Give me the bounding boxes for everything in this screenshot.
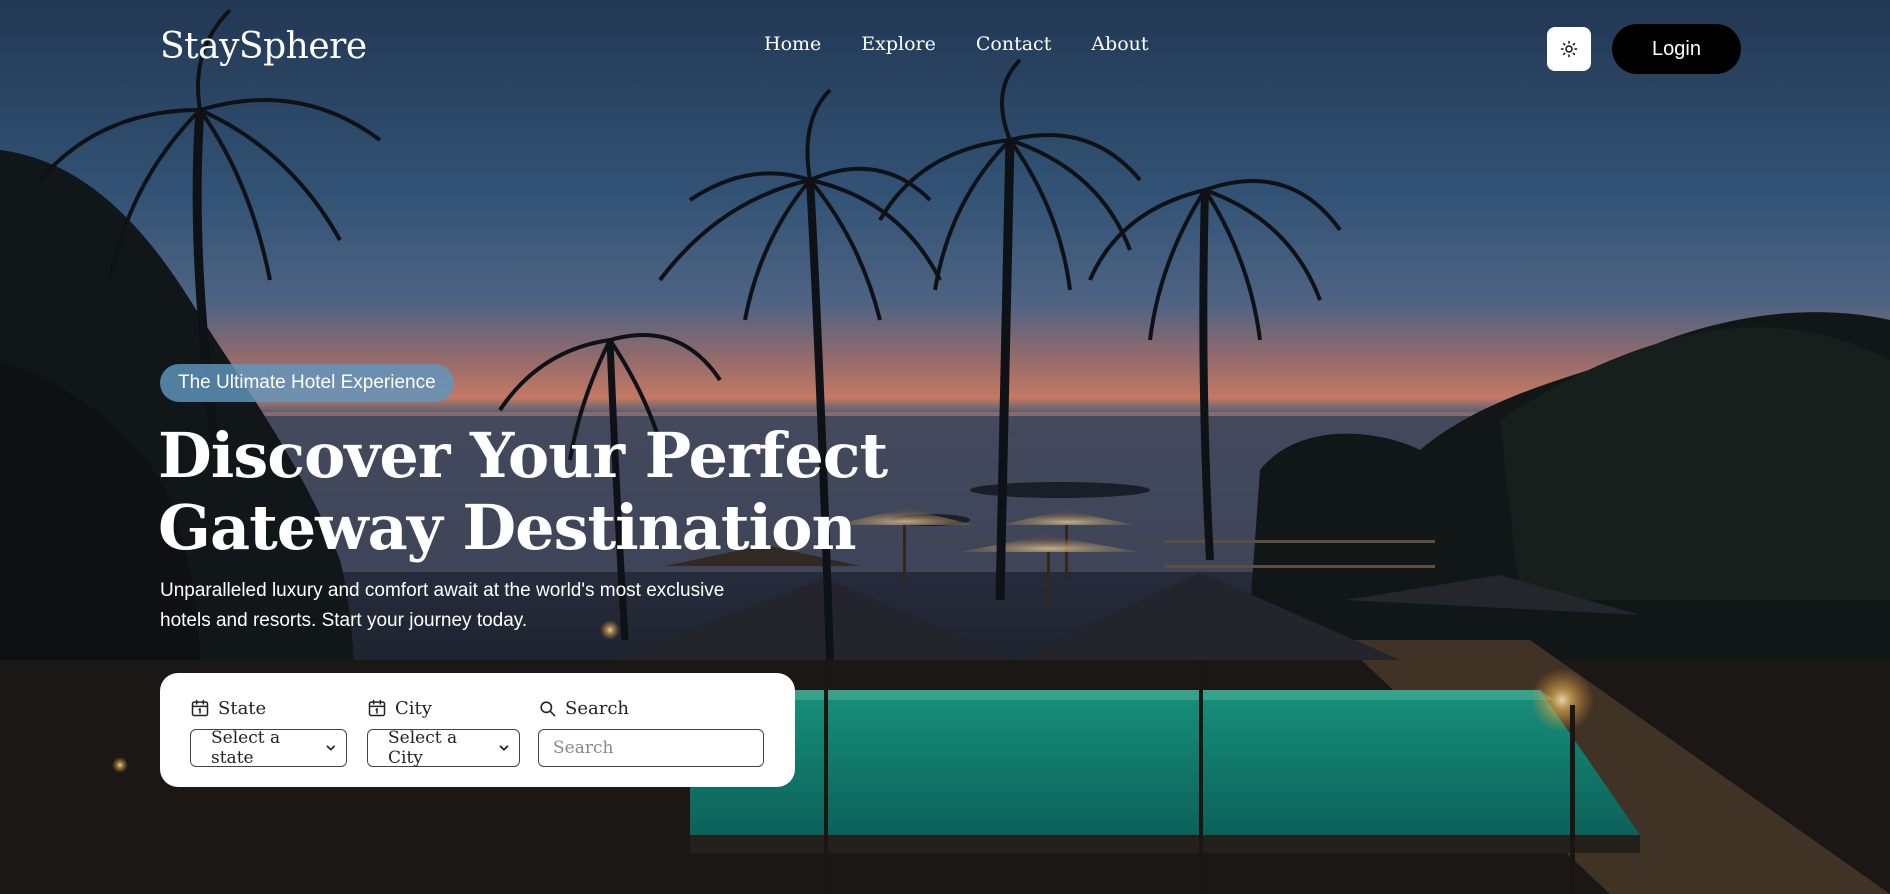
hero-headline: Discover Your Perfect Gateway Destinatio… xyxy=(158,420,918,564)
chevron-down-icon xyxy=(499,745,509,751)
hero-subtext: Unparalleled luxury and comfort await at… xyxy=(160,576,810,636)
search-field: Search xyxy=(538,695,764,767)
hero-headline-line-2: Gateway Destination xyxy=(158,491,857,564)
city-label: City xyxy=(395,697,432,719)
state-select-value: Select a state xyxy=(211,728,281,768)
hero-headline-line-1: Discover Your Perfect xyxy=(158,419,888,492)
theme-toggle-button[interactable] xyxy=(1547,27,1591,71)
search-label-row: Search xyxy=(538,695,764,721)
search-label: Search xyxy=(565,697,629,719)
city-field: City Select a City xyxy=(367,695,520,768)
search-input[interactable] xyxy=(538,729,764,767)
site-header: StaySphere Home Explore Contact About Lo… xyxy=(0,0,1890,100)
brand-logo[interactable]: StaySphere xyxy=(160,26,367,67)
hero-subtext-line-2: hotels and resorts. Start your journey t… xyxy=(160,610,528,631)
hero-subtext-line-1: Unparalleled luxury and comfort await at… xyxy=(160,580,725,601)
chevron-down-icon xyxy=(326,745,336,751)
city-select[interactable]: Select a City xyxy=(367,728,520,768)
nav-link-about[interactable]: About xyxy=(1091,33,1148,55)
state-select[interactable]: Select a state xyxy=(190,728,347,768)
login-button[interactable]: Login xyxy=(1612,24,1741,74)
nav-link-home[interactable]: Home xyxy=(764,33,821,55)
city-label-row: City xyxy=(367,695,520,721)
state-label-row: State xyxy=(190,695,347,721)
main-nav: Home Explore Contact About xyxy=(764,33,1149,55)
calendar-icon xyxy=(191,699,209,717)
state-label: State xyxy=(218,697,267,719)
hero-badge: The Ultimate Hotel Experience xyxy=(160,364,454,402)
city-select-value: Select a City xyxy=(388,728,458,768)
search-card: State Select a state City Select a City … xyxy=(160,673,795,787)
search-icon xyxy=(540,700,556,716)
state-field: State Select a state xyxy=(190,695,347,768)
sun-icon xyxy=(1560,40,1578,58)
nav-link-explore[interactable]: Explore xyxy=(861,33,936,55)
hero-section: StaySphere Home Explore Contact About Lo… xyxy=(0,0,1890,894)
calendar-icon xyxy=(368,699,386,717)
nav-link-contact[interactable]: Contact xyxy=(976,33,1051,55)
